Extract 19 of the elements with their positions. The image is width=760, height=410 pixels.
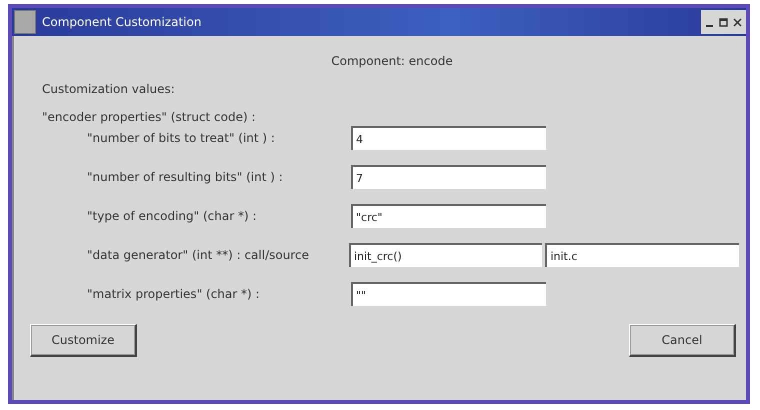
cancel-button[interactable]: Cancel: [629, 324, 736, 357]
component-heading: Component: encode: [331, 54, 453, 68]
text-field[interactable]: 7: [351, 165, 546, 189]
text-field[interactable]: "": [351, 282, 546, 306]
text-field[interactable]: "crc": [351, 204, 546, 228]
group-label: "encoder properties" (struct code) :: [42, 110, 257, 124]
text-field[interactable]: 4: [351, 126, 546, 150]
text-field[interactable]: init.c: [545, 243, 739, 267]
field-label: "type of encoding" (char *) :: [86, 209, 258, 223]
close-icon[interactable]: [733, 18, 742, 26]
section-label: Customization values:: [42, 82, 176, 96]
maximize-icon[interactable]: [719, 18, 728, 26]
field-label: "number of resulting bits" (int ) :: [86, 170, 284, 184]
field-label: "number of bits to treat" (int ) :: [86, 131, 276, 145]
text-field[interactable]: init_crc(): [348, 243, 542, 267]
field-label: "matrix properties" (char *) :: [86, 287, 261, 301]
customize-button[interactable]: Customize: [30, 324, 137, 357]
window-title: Component Customization: [42, 15, 202, 29]
field-label: "data generator" (int **) : call/source: [86, 248, 310, 262]
